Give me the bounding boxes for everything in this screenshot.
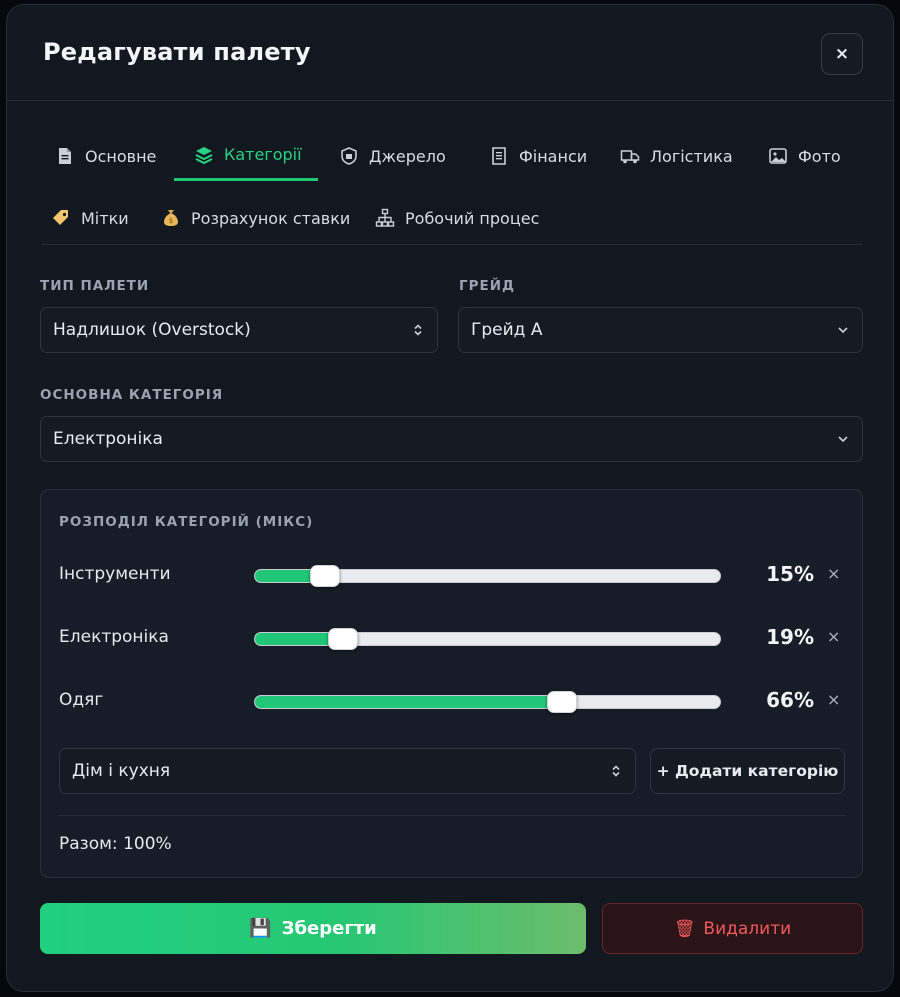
- remove-row-button[interactable]: ×: [827, 627, 840, 646]
- slider-thumb[interactable]: [546, 691, 577, 713]
- updown-chevron-icon: [612, 765, 620, 777]
- tab-bar: Основне Категорії Джерело Фінанси Логіст…: [41, 127, 863, 245]
- chevron-down-icon: [838, 436, 848, 443]
- mix-slider[interactable]: [254, 691, 721, 713]
- delete-label: Видалити: [703, 918, 792, 939]
- shield-icon: [341, 147, 357, 165]
- mix-total: Разом: 100%: [59, 834, 172, 854]
- delete-button[interactable]: 🗑 Видалити: [602, 903, 863, 954]
- money-bag-icon: $: [164, 210, 178, 226]
- receipt-icon: [492, 147, 506, 165]
- slider-thumb[interactable]: [309, 565, 340, 587]
- modal-header: Редагувати палету ×: [7, 5, 893, 101]
- remove-row-button[interactable]: ×: [827, 564, 840, 583]
- edit-pallet-modal: Редагувати палету × Основне Категорії Дж…: [6, 4, 894, 992]
- remove-row-button[interactable]: ×: [827, 690, 840, 709]
- mix-row-electronics: Електроніка 19% ×: [59, 623, 849, 653]
- truck-icon: [620, 150, 640, 164]
- mix-row-tools: Інструменти 15% ×: [59, 560, 849, 590]
- save-label: Зберегти: [281, 918, 377, 939]
- save-button[interactable]: 💾 Зберегти: [40, 903, 586, 954]
- tab-label: Мітки: [81, 208, 129, 228]
- tab-label: Джерело: [369, 146, 446, 166]
- tab-finance[interactable]: Фінанси: [481, 131, 595, 181]
- grade-select[interactable]: Грейд А: [458, 307, 863, 353]
- updown-chevron-icon: [414, 324, 422, 336]
- svg-text:$: $: [169, 217, 173, 225]
- layers-icon: [195, 146, 213, 164]
- mix-row-percent: 15%: [766, 562, 814, 586]
- tab-basic[interactable]: Основне: [47, 131, 164, 181]
- file-icon: [59, 148, 71, 164]
- main-category-value: Електроніка: [53, 429, 163, 449]
- chevron-down-icon: [838, 327, 848, 334]
- pallet-type-label: ТИП ПАЛЕТИ: [40, 278, 150, 294]
- main-category-select[interactable]: Електроніка: [40, 416, 863, 462]
- category-mix-panel: РОЗПОДІЛ КАТЕГОРІЙ (МІКС) Інструменти 15…: [40, 489, 863, 878]
- tab-logistics[interactable]: Логістика: [612, 131, 741, 181]
- mix-title: РОЗПОДІЛ КАТЕГОРІЙ (МІКС): [59, 514, 314, 530]
- slider-fill: [255, 696, 562, 708]
- tab-photo[interactable]: Фото: [760, 131, 849, 181]
- tab-label: Фото: [798, 146, 841, 166]
- slider-thumb[interactable]: [328, 628, 359, 650]
- tab-label: Фінанси: [519, 146, 588, 166]
- tab-label: Розрахунок ставки: [191, 208, 351, 228]
- tab-rate-calculation[interactable]: $ Розрахунок ставки: [153, 193, 358, 243]
- mix-slider[interactable]: [254, 565, 721, 587]
- tag-icon: [53, 210, 68, 225]
- tab-label: Робочий процес: [405, 208, 540, 228]
- close-button[interactable]: ×: [821, 33, 863, 75]
- mix-row-clothing: Одяг 66% ×: [59, 686, 849, 716]
- grade-label: ГРЕЙД: [459, 278, 516, 294]
- tab-label: Логістика: [650, 146, 733, 166]
- pallet-type-value: Надлишок (Overstock): [53, 320, 251, 340]
- tab-label: Основне: [85, 146, 157, 166]
- mix-row-name: Електроніка: [59, 627, 169, 647]
- add-category-button[interactable]: + Додати категорію: [650, 748, 845, 794]
- modal-title: Редагувати палету: [43, 38, 311, 66]
- mix-slider[interactable]: [254, 628, 721, 650]
- grade-value: Грейд А: [471, 320, 543, 340]
- sitemap-icon: [375, 208, 395, 227]
- tab-label: Категорії: [224, 145, 302, 164]
- mix-row-name: Інструменти: [59, 564, 171, 584]
- tab-categories[interactable]: Категорії: [174, 131, 318, 181]
- mix-row-name: Одяг: [59, 690, 104, 710]
- tab-workflow[interactable]: Робочий процес: [367, 193, 547, 243]
- tab-tags[interactable]: Мітки: [43, 193, 137, 243]
- mix-row-percent: 19%: [766, 625, 814, 649]
- mix-row-percent: 66%: [766, 688, 814, 712]
- pallet-type-select[interactable]: Надлишок (Overstock): [40, 307, 438, 353]
- divider: [59, 815, 845, 816]
- tab-source[interactable]: Джерело: [331, 131, 454, 181]
- new-category-select[interactable]: Дім і кухня: [59, 748, 636, 794]
- image-icon: [769, 148, 787, 164]
- main-category-label: ОСНОВНА КАТЕГОРІЯ: [40, 387, 224, 403]
- floppy-disk-icon: 💾: [249, 918, 272, 939]
- trash-icon: 🗑: [673, 918, 696, 939]
- new-category-value: Дім і кухня: [72, 761, 171, 781]
